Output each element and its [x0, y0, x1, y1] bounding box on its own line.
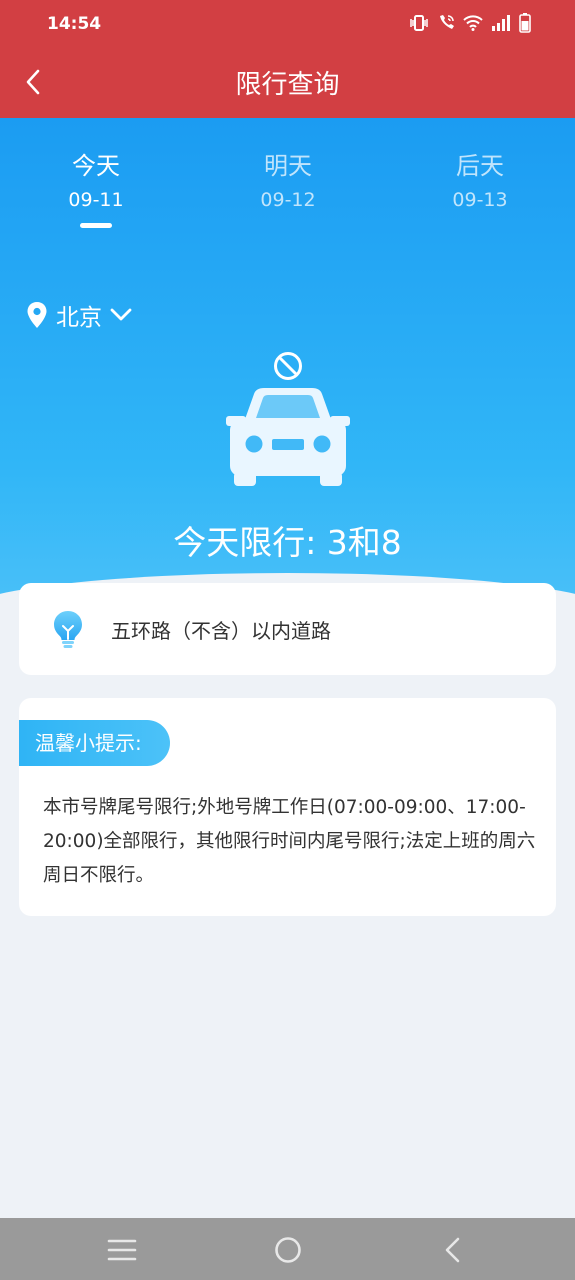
signal-icon — [491, 15, 511, 35]
status-bar: 14:54 — [0, 0, 575, 48]
car-illustration — [220, 350, 356, 490]
tab-day-after-tomorrow[interactable]: 后天 09-13 — [410, 146, 550, 211]
back-triangle-icon — [445, 1237, 460, 1263]
tab-today[interactable]: 今天 09-11 — [26, 146, 166, 228]
location-pin-icon — [27, 302, 47, 328]
status-time: 14:54 — [47, 14, 102, 34]
car-icon — [226, 388, 350, 486]
hero-section: 今天 09-11 明天 09-12 后天 09-13 北京 今天限行: 3和8 — [0, 118, 575, 618]
tip-card: 温馨小提示: 本市号牌尾号限行;外地号牌工作日(07:00-09:00、17:0… — [19, 698, 556, 916]
status-icons — [409, 13, 531, 37]
road-scope-card: 五环路（不含）以内道路 — [19, 583, 556, 675]
no-entry-icon — [274, 352, 302, 380]
road-scope-text: 五环路（不含）以内道路 — [111, 619, 331, 643]
lightbulb-icon — [54, 611, 82, 648]
city-name: 北京 — [56, 305, 102, 331]
system-nav-bar — [0, 1218, 575, 1280]
active-tab-indicator — [80, 223, 112, 228]
city-selector[interactable]: 北京 — [26, 298, 132, 332]
page-title: 限行查询 — [235, 70, 340, 100]
tab-label: 后天 — [456, 152, 504, 180]
system-back-button[interactable] — [432, 1234, 472, 1266]
wifi-call-icon — [437, 14, 455, 36]
chevron-down-icon — [110, 308, 132, 321]
tip-badge: 温馨小提示: — [19, 720, 170, 766]
vibrate-icon — [409, 14, 429, 36]
home-button[interactable] — [268, 1234, 308, 1266]
battery-icon — [519, 13, 531, 37]
tab-label: 明天 — [264, 152, 312, 180]
wifi-icon — [463, 15, 483, 35]
limit-number-text: 今天限行: 3和8 — [173, 523, 402, 562]
tab-tomorrow[interactable]: 明天 09-12 — [218, 146, 358, 211]
home-circle-icon — [275, 1237, 301, 1263]
tip-text: 本市号牌尾号限行;外地号牌工作日(07:00-09:00、17:00-20:00… — [43, 797, 536, 886]
day-tabs: 今天 09-11 明天 09-12 后天 09-13 — [0, 146, 575, 236]
tab-date: 09-12 — [260, 189, 316, 211]
top-bar: 14:54 限行查询 — [0, 0, 575, 118]
menu-button[interactable] — [102, 1234, 142, 1266]
tab-date: 09-13 — [452, 189, 508, 211]
tab-label: 今天 — [72, 152, 120, 180]
menu-icon — [107, 1239, 137, 1261]
tab-date: 09-11 — [68, 189, 124, 211]
